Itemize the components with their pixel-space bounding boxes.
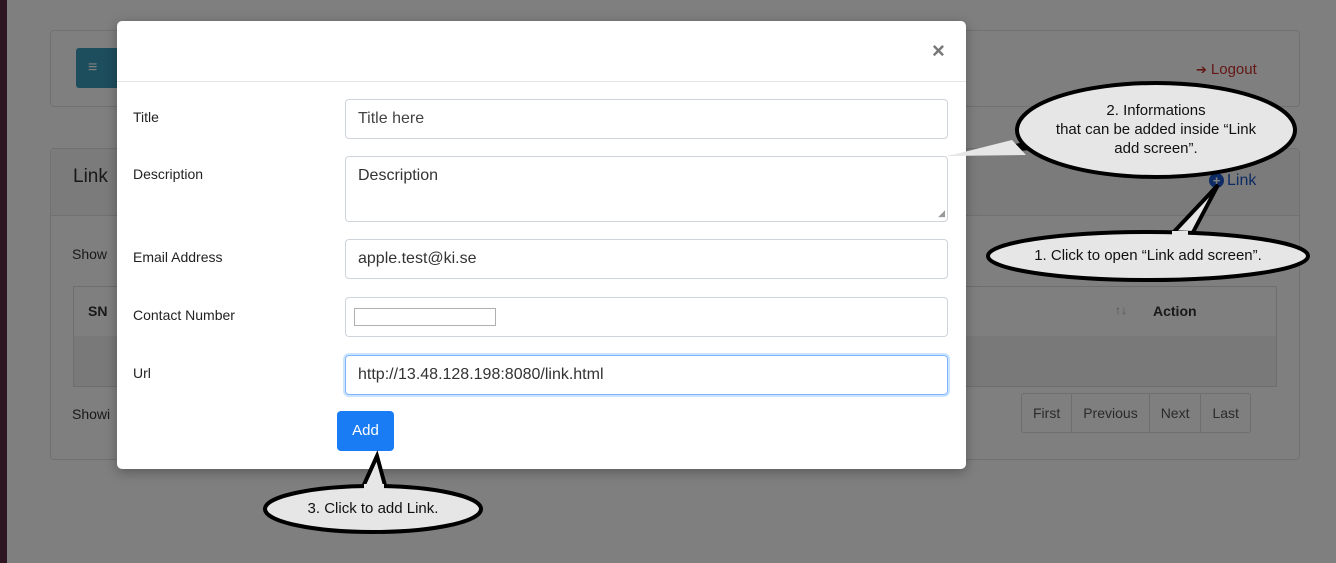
link-add-modal: × Title Title here Description Descripti… <box>117 21 966 469</box>
contact-number-input[interactable] <box>354 308 496 326</box>
title-label: Title <box>133 109 159 125</box>
url-label: Url <box>133 365 151 381</box>
resize-grip-icon[interactable]: ◢ <box>938 208 945 219</box>
contact-number-field <box>345 297 948 337</box>
callout-2-text: 2. Informations that can be added inside… <box>1017 101 1295 158</box>
contact-number-label: Contact Number <box>133 307 235 323</box>
callout-1-text: 1. Click to open “Link add screen”. <box>1034 247 1262 264</box>
email-input[interactable]: apple.test@ki.se <box>345 239 948 279</box>
title-input[interactable]: Title here <box>345 99 948 139</box>
callout-3-text: 3. Click to add Link. <box>307 500 439 517</box>
description-textarea[interactable]: Description ◢ <box>345 156 948 222</box>
callout-2-line-1: 2. Informations <box>1106 102 1206 119</box>
url-input[interactable]: http://13.48.128.198:8080/link.html <box>345 355 948 395</box>
modal-header: × <box>117 21 966 82</box>
description-placeholder: Description <box>358 167 439 184</box>
email-label: Email Address <box>133 249 223 265</box>
close-icon[interactable]: × <box>932 39 945 63</box>
description-label: Description <box>133 166 204 182</box>
callout-2-line-3: add screen”. <box>1114 140 1198 157</box>
add-button[interactable]: Add <box>337 411 394 451</box>
callout-2-line-2: that can be added inside “Link <box>1055 121 1257 138</box>
